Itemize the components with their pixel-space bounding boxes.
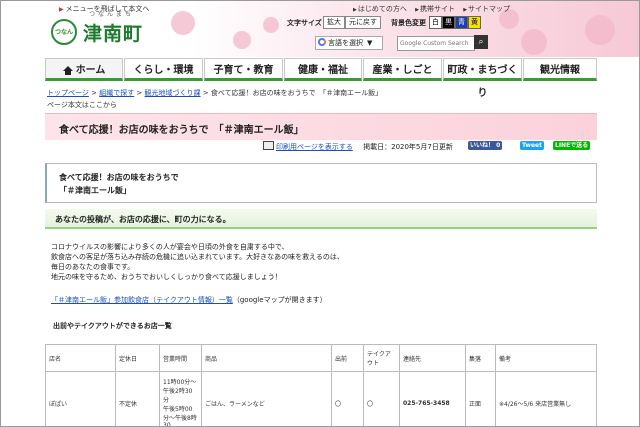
font-size-label: 文字サイズ	[287, 19, 322, 27]
home-icon	[62, 66, 73, 75]
font-reset-button[interactable]: 元に戻す	[345, 16, 381, 29]
tweet-button[interactable]: Tweet	[520, 141, 544, 150]
col-header-delivery: 出前	[331, 344, 364, 372]
breadcrumb-current: 食べて応援！お店の味をおうちで 「＃津南エール飯」	[210, 89, 383, 97]
bg-yellow-button[interactable]: 黄	[468, 16, 481, 29]
printer-icon	[263, 141, 274, 150]
cell-product: ごはん、ラーメンなど	[201, 371, 332, 426]
mobile-site-link[interactable]: 携帯サイト	[415, 5, 455, 13]
cell-hours: 11時00分～午後2時30分 午後5時00分～午後8時30	[159, 371, 202, 426]
page-title-bar: 食べて応援！お店の味をおうちで 「＃津南エール飯」	[45, 113, 597, 140]
browser-viewport: メニューを飛ばして本文へ つなんまち つなん 津南町 はじめての方へ 携帯サイト…	[0, 0, 640, 427]
headline-box: 食べて応援！お店の味をおうちで 「＃津南エール飯」	[45, 163, 597, 203]
table-row: ぽぱい 不定休 11時00分～午後2時30分 午後5時00分～午後8時30 ごは…	[45, 371, 597, 426]
font-enlarge-button[interactable]: 拡大	[323, 16, 345, 29]
cell-village: 正面	[465, 371, 496, 426]
blossom-decoration	[521, 29, 547, 55]
facebook-like-button[interactable]: いいね！ 0	[468, 141, 503, 150]
blossom-decoration	[171, 11, 195, 35]
site-logo[interactable]: 津南町	[83, 19, 143, 46]
section-heading: あなたの投稿が、お店の応援に、町の力になる。	[45, 209, 597, 229]
posted-date: 掲載日：2020年5月7日更新	[363, 143, 453, 151]
col-header-shop: 店名	[45, 344, 116, 372]
shop-map-link[interactable]: 「＃津南エール飯」参加飲食店（テイクアウト情報）一覧	[51, 296, 233, 304]
col-header-contact: 連絡先	[399, 344, 466, 372]
blossom-decoration	[233, 31, 251, 49]
cell-holiday: 不定休	[115, 371, 160, 426]
nav-industry[interactable]: 産業・しごと	[363, 58, 442, 81]
bg-color-label: 背景色変更	[391, 19, 426, 27]
chevron-down-icon: ▼	[367, 39, 373, 47]
translate-select[interactable]: 言語を選択 ▼	[315, 36, 383, 50]
line-share-button[interactable]: LINEで送る	[553, 141, 591, 150]
site-header: メニューを飛ばして本文へ つなんまち つなん 津南町 はじめての方へ 携帯サイト…	[1, 1, 639, 57]
town-logo-icon[interactable]: つなん	[51, 19, 77, 45]
breadcrumb-dept[interactable]: 観光地域づくり課	[145, 89, 201, 97]
cell-shop: ぽぱい	[45, 371, 116, 426]
cell-delivery: 〇	[331, 371, 364, 426]
map-link-row: 「＃津南エール飯」参加飲食店（テイクアウト情報）一覧（googleマップが開きま…	[51, 295, 327, 305]
breadcrumb-top[interactable]: トップページ	[47, 89, 89, 97]
site-search-input[interactable]	[397, 36, 475, 51]
cell-takeout: 〇	[363, 371, 400, 426]
blossom-decoration	[585, 15, 615, 45]
nav-town-policy[interactable]: 町政・まちづくり	[443, 58, 522, 99]
breadcrumb-org[interactable]: 組織で探す	[99, 89, 134, 97]
nav-health[interactable]: 健康・福祉	[284, 58, 362, 81]
col-header-village: 集落	[465, 344, 496, 372]
utility-links: はじめての方へ 携帯サイト サイトマップ	[353, 4, 516, 14]
cell-contact: 025-765-3458	[399, 371, 466, 426]
google-icon	[318, 38, 326, 46]
paragraph-line: 地元の味を守るため、おうちでおいしくしっかり食べて応援しましょう！	[51, 273, 282, 281]
nav-living[interactable]: くらし・環境	[124, 58, 203, 81]
map-note: （googleマップが開きます）	[232, 296, 327, 304]
bg-black-button[interactable]: 黒	[442, 16, 455, 29]
print-page-link[interactable]: 印刷用ページを表示する	[276, 143, 353, 151]
nav-childcare[interactable]: 子育て・教育	[204, 58, 283, 81]
breadcrumb: トップページ > 組織で探す > 観光地域づくり課 > 食べて応援！お店の味をお…	[47, 89, 383, 97]
paragraph-line: 毎日のあなたの食事です。	[51, 263, 135, 271]
search-icon[interactable]: ⌕	[474, 35, 488, 49]
shop-list-heading: 出前やテイクアウトができるお店一覧	[53, 322, 172, 330]
paragraph-line: 飲食店への客足が落ち込み存続の危機に追い込まれています。大好きなあの味を救えるの…	[51, 253, 344, 261]
nav-home[interactable]: ホーム	[45, 58, 123, 81]
col-header-takeout: テイクアウト	[363, 344, 400, 372]
cell-notes: ※4/26～5/6 来店営業無し	[495, 371, 597, 426]
nav-tourism[interactable]: 観光情報	[523, 58, 597, 81]
shop-table: 店名 定休日 営業時間 商品 出前 テイクアウト 連絡先 集落 備考 ぽぱい 不…	[45, 344, 597, 426]
global-nav: ホーム くらし・環境 子育て・教育 健康・福祉 産業・しごと 町政・まちづくり …	[45, 58, 597, 99]
headline-line2: 「＃津南エール飯」	[59, 186, 131, 195]
first-visit-link[interactable]: はじめての方へ	[353, 5, 407, 13]
page-meta: 印刷用ページを表示する 掲載日：2020年5月7日更新	[263, 141, 453, 152]
table-header-row: 店名 定休日 営業時間 商品 出前 テイクアウト 連絡先 集落 備考	[45, 344, 597, 372]
col-header-holiday: 定休日	[115, 344, 160, 372]
blossom-decoration	[263, 17, 279, 33]
headline-line1: 食べて応援！お店の味をおうちで	[59, 173, 179, 182]
logo-ruby: つなんまち	[89, 11, 135, 18]
col-header-product: 商品	[201, 344, 332, 372]
col-header-notes: 備考	[495, 344, 597, 372]
col-header-hours: 営業時間	[159, 344, 202, 372]
sitemap-link[interactable]: サイトマップ	[463, 5, 510, 13]
paragraph-line: コロナウイルスの影響により多くの人が宴会や日頃の外食を自粛する中で、	[51, 243, 289, 251]
page-title: 食べて応援！お店の味をおうちで 「＃津南エール飯」	[59, 125, 304, 136]
content-start-label: ページ本文はここから	[47, 101, 117, 109]
bg-white-button[interactable]: 白	[429, 16, 442, 29]
bg-blue-button[interactable]: 青	[455, 16, 468, 29]
